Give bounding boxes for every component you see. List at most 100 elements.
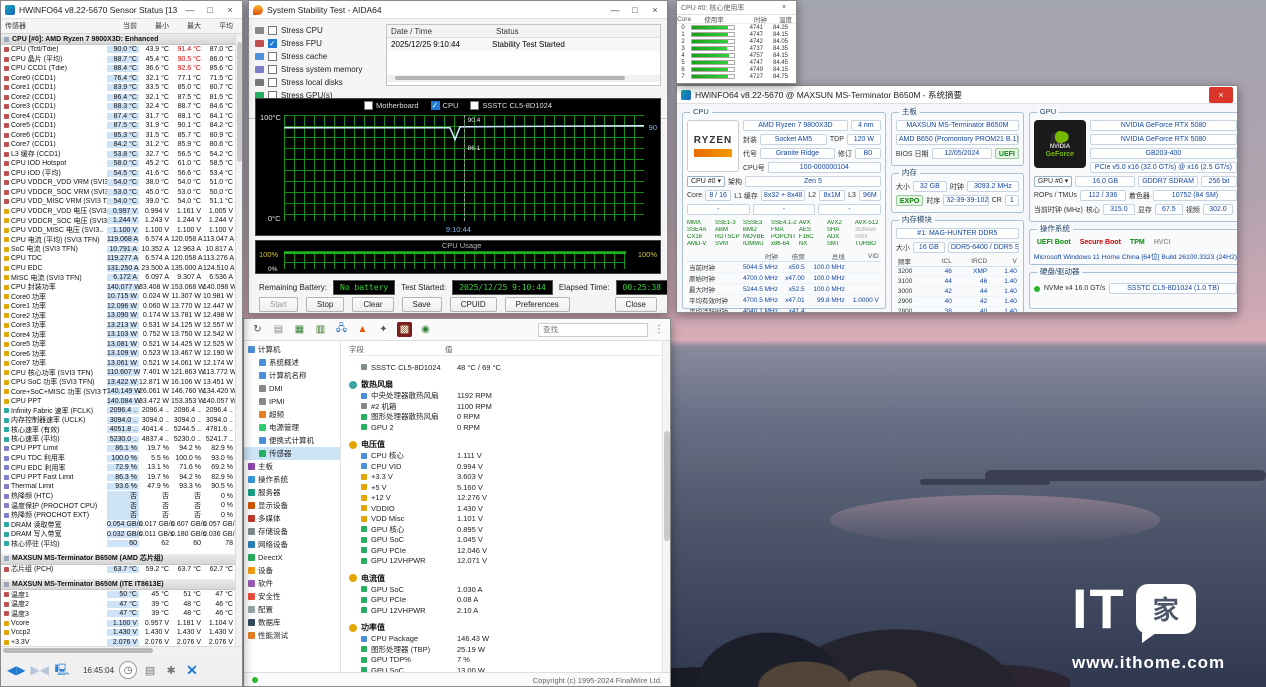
close-icon[interactable]: × [222,5,238,15]
benchmark-icon[interactable]: ✦ [376,322,391,337]
sensor-row[interactable]: L3 缓存 (CCD1)53.8 °C32.7 °C56.5 °C54.2 °C [1,150,241,160]
sensor-row[interactable]: 热降频 (HTC)否否否0 % [1,492,241,502]
sensor-row[interactable]: Core2 (CCD1)86.4 °C32.1 °C87.5 °C81.5 °C [1,93,241,103]
core-row[interactable]: 0474184.25 [677,24,796,31]
sensor-row[interactable]: CPU VDDCR_VDD VRM (SVI3..54.0 °C38.0 °C5… [1,178,241,188]
web-icon[interactable]: ◉ [418,322,433,337]
sensor-row[interactable]: 温度247 °C39 °C48 °C46 °C [1,600,241,610]
close-icon[interactable]: × [1209,87,1233,103]
stress-option[interactable]: Stress system memory [255,63,380,76]
sensor-row[interactable]: SoC 电流 (SVI3 TFN)10.791 A10.352 A12.963 … [1,245,241,255]
mini-titlebar[interactable]: CPU #0: 核心使用率 × [677,1,796,15]
settings-gear-icon[interactable]: ✱ [163,662,179,678]
maximize-icon[interactable]: □ [202,5,218,15]
tree-item-IPMI[interactable]: IPMI [244,395,340,408]
sensor-row[interactable]: CPU IOD (平均)54.5 °C41.6 °C56.6 °C53.4 °C [1,169,241,179]
sensor-row[interactable]: CPU VDDCR_SOC VRM (SVI3..53.0 °C45.0 °C5… [1,188,241,198]
col-最大[interactable]: 最大 [171,21,203,31]
tree-item-超频[interactable]: 超频 [244,408,340,421]
sensor-row[interactable]: Core7 功率13.061 W0.521 W14.061 W12.174 W [1,359,241,369]
sensor-row[interactable]: Core4 (CCD1)87.4 °C31.7 °C88.1 °C84.1 °C [1,112,241,122]
sensor-row[interactable]: 核心速率 (平均)5230.0 ..4837.4 ..5230.0 ..5241… [1,435,241,445]
sensor-row[interactable]: CPU SoC 功率 (SVI3 TFN)13.422 W12.871 W16.… [1,378,241,388]
sensor-item-row[interactable]: GPU 核心0.895 V [349,524,670,535]
sensor-row[interactable]: Thermal Limit93.6 %47.9 %93.3 %90.5 % [1,482,241,492]
stress-option[interactable]: Stress CPU [255,24,380,37]
sensor-row[interactable]: 内存控制器速率 (UCLK)3094.0 ..3094.0 ..3094.0 .… [1,416,241,426]
sensor-item-row[interactable]: GPU PCIe12.046 V [349,545,670,556]
sensor-item-row[interactable]: SSSTC CL5-8D102448 °C / 69 °C [349,362,670,373]
sensor-row[interactable]: 核心速率 (有效)4051.8 ..4041.4 ..5244.5 ..4781… [1,425,241,435]
save-button[interactable]: Save [402,297,442,312]
core-row[interactable]: 6474984.15 [677,66,796,73]
sensor-row[interactable]: CPU VDD_MISC VRM (SVI3 T..54.0 °C39.0 °C… [1,197,241,207]
sensor-row[interactable]: Core3 功率13.213 W0.531 W14.125 W12.557 W [1,321,241,331]
legend-item[interactable]: ✓CPU [431,101,459,110]
sensor-item-row[interactable]: GPU SoC13.00 W [349,665,670,672]
checkbox[interactable] [268,52,277,61]
close-sensors-icon[interactable]: ✕ [186,662,198,679]
tree-item-传感器[interactable]: 传感器 [244,447,340,460]
close-button[interactable]: Close [615,297,657,312]
remote-monitor-icon[interactable]: 🖳 [54,662,70,678]
tree-item-系统概述[interactable]: 系统概述 [244,356,340,369]
stress-option[interactable]: Stress cache [255,50,380,63]
core-row[interactable]: 5474784.45 [677,59,796,66]
sensor-row[interactable]: CPU TDC119.277 A6.574 A120.058 A113.276 … [1,254,241,264]
stability-titlebar[interactable]: System Stability Test - AIDA64 — □ × [249,1,667,19]
sensor-row[interactable]: DRAM 写入带宽0.032 GB/s0.011 GB/s0.180 GB/s0… [1,530,241,540]
log-col-status[interactable]: Status [492,27,519,36]
checkbox[interactable] [268,65,277,74]
sensor-row[interactable]: CPU VDDCR_SOC 电压 (SVI3 T..1.244 V1.243 V… [1,216,241,226]
sensor-row[interactable]: 温度保护 (PROCHOT CPU)否否否0 % [1,501,241,511]
sensor-row[interactable]: 芯片组 (PCH)63.7 °C59.2 °C63.7 °C62.7 °C [1,565,241,575]
core-row[interactable]: 4475784.15 [677,52,796,59]
sensor-item-row[interactable]: 中央处理器散热风扇1192 RPM [349,391,670,402]
cpuid-button[interactable]: CPUID [450,297,497,312]
sensor-row[interactable]: DRAM 读取带宽0.054 GB/s0.017 GB/s0.607 GB/s0… [1,520,241,530]
sensor-item-row[interactable]: GPU PCIe0.08 A [349,595,670,606]
checkbox[interactable] [268,26,277,35]
close-icon[interactable]: × [776,4,792,11]
sensor-row[interactable]: CPU 封装功率140.077 W33.408 W153.068 W140.09… [1,283,241,293]
tree-item-DirectX[interactable]: DirectX [244,551,340,564]
stop-button[interactable]: Stop [306,297,344,312]
stability-flame-icon[interactable]: ▲ [355,322,370,337]
sensor-row[interactable]: CPU EDC 利用率72.9 %13.1 %71.6 %69.2 % [1,463,241,473]
memory-icon[interactable]: ▥ [313,322,328,337]
sensor-row[interactable]: Core5 (CCD1)87.5 °C31.9 °C90.1 °C84.2 °C [1,121,241,131]
devices-icon[interactable]: ▦ [292,322,307,337]
tree-item-数据库[interactable]: 数据库 [244,616,340,629]
tree-item-计算机[interactable]: 计算机 [244,343,340,356]
sensor-item-row[interactable]: CPU VID0.994 V [349,461,670,472]
pane-vertical-scrollbar[interactable] [662,341,670,672]
legend-checkbox[interactable] [364,101,373,110]
sensor-item-row[interactable]: +5 V5.160 V [349,482,670,493]
tree-item-安全性[interactable]: 安全性 [244,590,340,603]
minimize-icon[interactable]: — [182,5,198,15]
stability-log[interactable]: Date / Time Status 2025/12/25 9:10:44 St… [386,24,661,86]
core-row[interactable]: 3473784.35 [677,45,796,52]
preferences-button[interactable]: Preferences [505,297,570,312]
sensor-row[interactable]: CPU PPT Limit86.1 %19.7 %94.2 %82.9 % [1,444,241,454]
sensor-row[interactable]: Core3 (CCD1)88.3 °C32.4 °C88.7 °C84.6 °C [1,102,241,112]
tree-item-操作系统[interactable]: 操作系统 [244,473,340,486]
legend-item[interactable]: SSSTC CL5-8D1024 [470,101,552,110]
checkbox[interactable] [268,78,277,87]
sensor-item-row[interactable]: VDD Misc1.101 V [349,514,670,525]
sensor-item-row[interactable]: 图形处理器散热风扇0 RPM [349,412,670,423]
sensor-item-row[interactable]: GPU SoC1.030 A [349,584,670,595]
checkbox[interactable]: ✓ [268,39,277,48]
sensor-row[interactable]: CPU VDD_MISC 电压 (SVI3..1.100 V1.100 V1.1… [1,226,241,236]
sensor-row[interactable]: 核心停驻 (平均)60626078 [1,539,241,549]
sensor-row[interactable]: Core6 (CCD1)85.3 °C31.5 °C85.7 °C80.9 °C [1,131,241,141]
col-平均[interactable]: 平均 [203,21,235,31]
sensor-row[interactable]: Vcore1.100 V0.957 V1.181 V1.104 V [1,619,241,629]
sensor-row[interactable]: 温度150 °C45 °C51 °C47 °C [1,590,241,600]
legend-item[interactable]: Motherboard [364,101,419,110]
move-left-right-icon[interactable]: ◀▶ [7,663,25,677]
log-row[interactable]: 2025/12/25 9:10:44 Stability Test Starte… [387,38,660,51]
report-icon[interactable]: ▤ [271,322,286,337]
sensor-vertical-scrollbar[interactable] [235,34,242,646]
sensor-item-row[interactable]: CPU 核心1.111 V [349,451,670,462]
